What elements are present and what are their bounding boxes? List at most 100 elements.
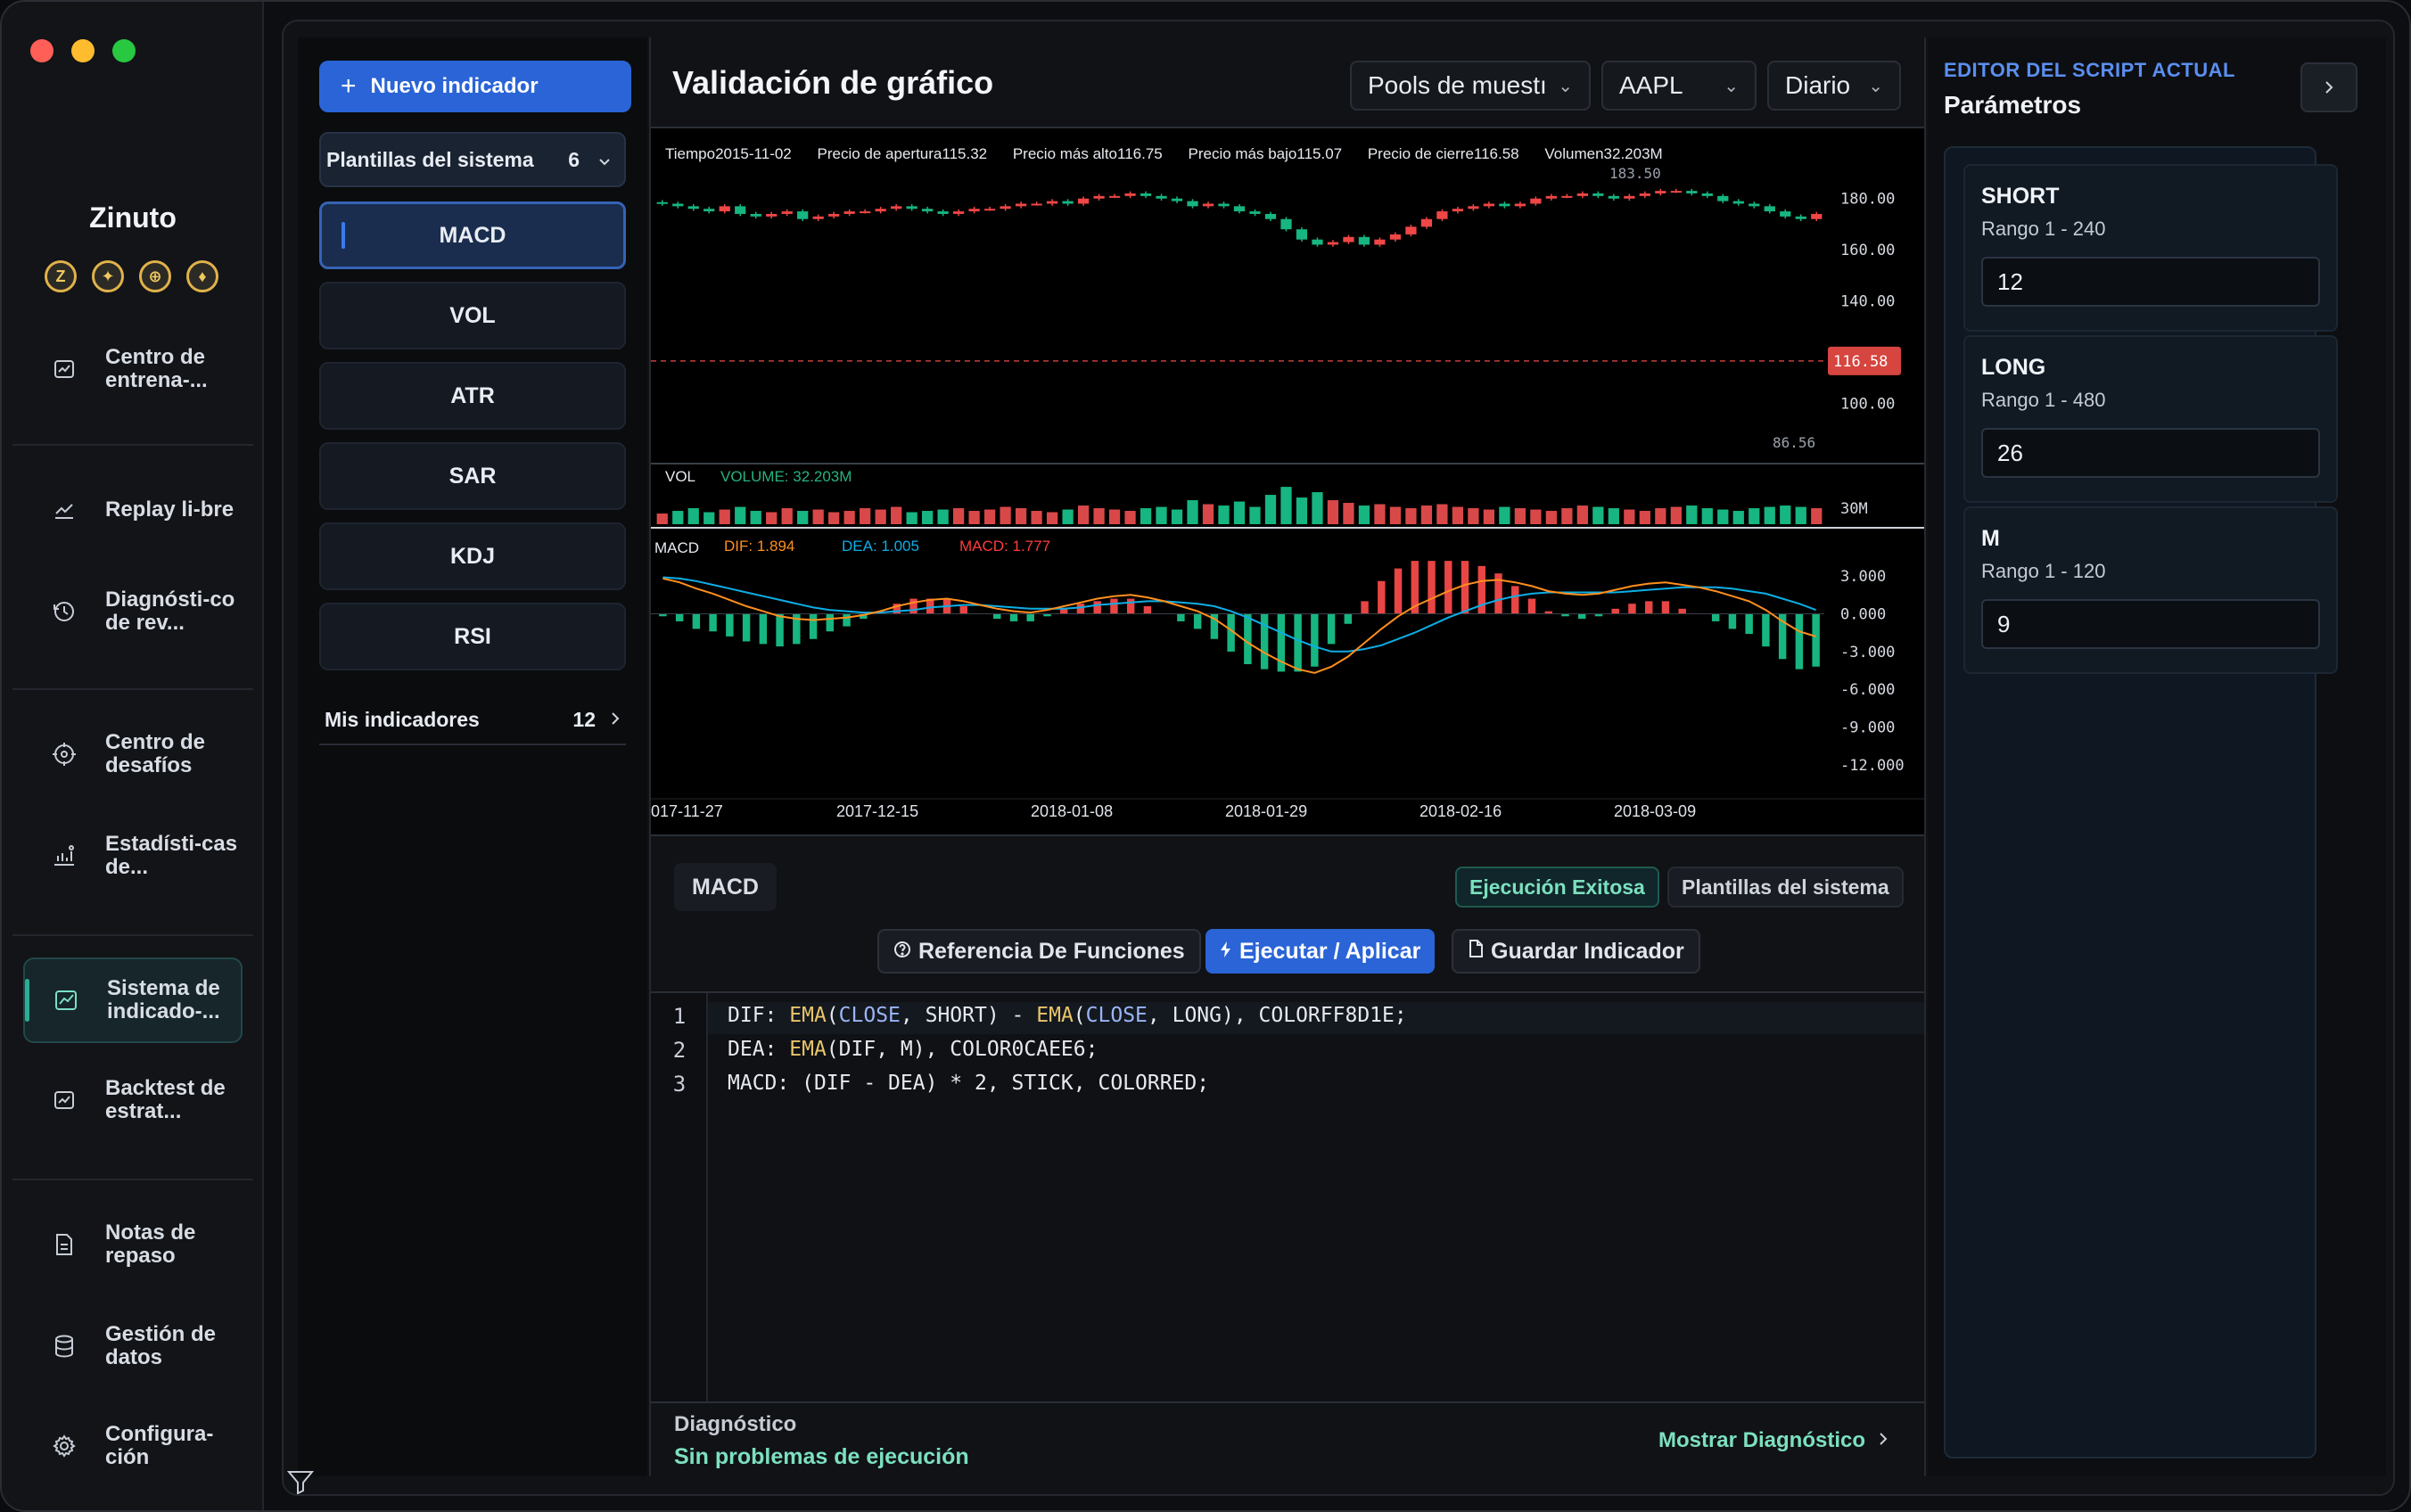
candle-body: [812, 216, 824, 219]
candle-body: [1202, 203, 1214, 207]
sidebar-item-backtest[interactable]: Backtest de estrat...: [23, 1057, 243, 1143]
candle-body: [1000, 206, 1011, 210]
sidebar-item-label: Centro de desafíos: [105, 730, 206, 777]
x-axis: 017-11-27 2017-12-15 2018-01-08 2018-01-29 2…: [651, 798, 1924, 820]
chart-canvas[interactable]: Tiempo2015-11-02 Precio de apertura115.3…: [651, 127, 1924, 836]
volume-pane-label: VOL: [665, 468, 695, 485]
volume-bar: [1732, 511, 1744, 524]
volume-bar: [1264, 495, 1277, 524]
maximize-window-button[interactable]: [112, 39, 136, 62]
code-editor[interactable]: 1 2 3 DIF: EMA(CLOSE, SHORT) - EMA(CLOSE…: [651, 991, 1924, 1403]
code-line[interactable]: MACD: (DIF - DEA) * 2, STICK, COLORRED;: [728, 1072, 1209, 1095]
system-templates-dropdown[interactable]: Plantillas del sistema 6: [319, 132, 626, 187]
indicator-item-rsi[interactable]: RSI: [319, 603, 626, 670]
pool-dropdown[interactable]: Pools de muestı ⌄: [1350, 61, 1591, 111]
candle-body: [1327, 242, 1339, 245]
close-window-button[interactable]: [30, 39, 53, 62]
sidebar-item-settings[interactable]: Configura-ción: [23, 1403, 243, 1489]
chevron-right-icon: [610, 708, 621, 732]
volume-bar: [1576, 505, 1588, 524]
macd-tick-label: 0.000: [1840, 605, 1886, 623]
minimize-window-button[interactable]: [71, 39, 95, 62]
macd-tick-label: -12.000: [1840, 757, 1905, 775]
symbol-dropdown[interactable]: AAPL ⌄: [1601, 61, 1757, 111]
my-indicators-row[interactable]: Mis indicadores 12: [319, 695, 626, 745]
volume-bar: [1249, 506, 1261, 524]
volume-bar: [1561, 508, 1573, 524]
candle-body: [1249, 211, 1261, 214]
sidebar-item-data[interactable]: Gestión de datos: [23, 1303, 243, 1389]
candle-body: [1717, 195, 1729, 201]
volume-bar: [1749, 508, 1760, 524]
volume-bar: [1280, 487, 1292, 524]
param-input-m[interactable]: 9: [1981, 599, 2320, 649]
badge-target-icon[interactable]: ⊕: [139, 260, 171, 292]
param-name: LONG: [1981, 355, 2046, 380]
volume-bar: [1764, 506, 1775, 524]
param-input-short[interactable]: 12: [1981, 257, 2320, 307]
volume-bar: [1374, 504, 1386, 524]
show-diagnostics-button[interactable]: Mostrar Diagnóstico: [1658, 1428, 1888, 1453]
sidebar-item-diagnosis[interactable]: Diagnósti-co de rev...: [23, 569, 243, 654]
indicator-item-vol[interactable]: VOL: [319, 282, 626, 349]
candle-body: [1701, 193, 1713, 196]
function-reference-button[interactable]: Referencia De Funciones: [877, 929, 1201, 974]
indicator-item-kdj[interactable]: KDJ: [319, 522, 626, 590]
help-circle-icon: [893, 939, 911, 965]
param-input-long[interactable]: 26: [1981, 428, 2320, 478]
sidebar-item-label: Diagnósti-co de rev...: [105, 588, 235, 635]
new-indicator-button[interactable]: + Nuevo indicador: [319, 61, 631, 112]
candle-body: [828, 213, 840, 217]
badge-shield-icon[interactable]: ♦: [186, 260, 218, 292]
code-line[interactable]: DEA: EMA(DIF, M), COLOR0CAEE6;: [728, 1038, 1098, 1061]
volume-bar: [672, 511, 684, 524]
candle-body: [1015, 203, 1027, 207]
indicator-item-macd[interactable]: MACD: [319, 201, 626, 269]
x-tick-label: 2018-03-09: [1614, 802, 1696, 820]
sidebar-item-indicators[interactable]: Sistema de indicado-...: [23, 957, 243, 1043]
templates-tab[interactable]: Plantillas del sistema: [1667, 867, 1904, 908]
candle-body: [1686, 191, 1698, 193]
system-templates-count: 6: [568, 147, 580, 171]
code-line[interactable]: DIF: EMA(CLOSE, SHORT) - EMA(CLOSE, LONG…: [728, 1004, 1407, 1027]
min-price-label: 86.56: [1773, 434, 1815, 451]
info-bar: Tiempo2015-11-02 Precio de apertura115.3…: [665, 145, 1663, 162]
volume-bar: [1312, 492, 1323, 524]
period-dropdown[interactable]: Diario ⌄: [1767, 61, 1901, 111]
volume-bar: [1187, 500, 1198, 524]
sidebar-item-notes[interactable]: Notas de repaso: [23, 1202, 243, 1287]
volume-bar: [1436, 504, 1448, 524]
candle-body: [843, 211, 855, 214]
candle-body: [1639, 193, 1650, 196]
candle-body: [1561, 195, 1573, 198]
collapse-panel-button[interactable]: [2300, 62, 2358, 112]
volume-bar: [797, 511, 809, 524]
badge-star-icon[interactable]: ✦: [92, 260, 124, 292]
sidebar-item-replay[interactable]: Replay li-bre: [23, 467, 243, 553]
sidebar-item-training[interactable]: Centro de entrena-...: [23, 326, 243, 412]
indicator-item-atr[interactable]: ATR: [319, 362, 626, 430]
run-apply-button[interactable]: Ejecutar / Aplicar: [1206, 929, 1436, 974]
sidebar-item-challenges[interactable]: Centro de desafíos: [23, 711, 243, 797]
volume-bar: [860, 508, 871, 524]
chart-svg[interactable]: Tiempo2015-11-02 Precio de apertura115.3…: [651, 128, 1924, 838]
indicator-item-sar[interactable]: SAR: [319, 442, 626, 510]
price-tick-label: 160.00: [1840, 242, 1895, 259]
param-name: M: [1981, 526, 2000, 551]
x-tick-label: 2017-12-15: [836, 802, 918, 820]
candle-body: [1264, 213, 1277, 219]
divider: [12, 1179, 253, 1180]
candle-body: [1233, 206, 1246, 212]
badge-z-icon[interactable]: Z: [45, 260, 77, 292]
candle-body: [1545, 195, 1557, 199]
candle-body: [1764, 206, 1775, 212]
sidebar-item-label: Sistema de indicado-...: [107, 976, 220, 1023]
candle-body: [983, 209, 996, 211]
volume-bar: [1405, 508, 1417, 524]
candle-body: [1530, 198, 1542, 204]
candle-body: [1405, 226, 1417, 234]
sidebar-item-stats[interactable]: Estadísti-cas de...: [23, 813, 243, 899]
filter-icon[interactable]: [286, 1469, 315, 1499]
candle-body: [766, 213, 778, 217]
save-indicator-button[interactable]: Guardar Indicador: [1452, 929, 1700, 974]
